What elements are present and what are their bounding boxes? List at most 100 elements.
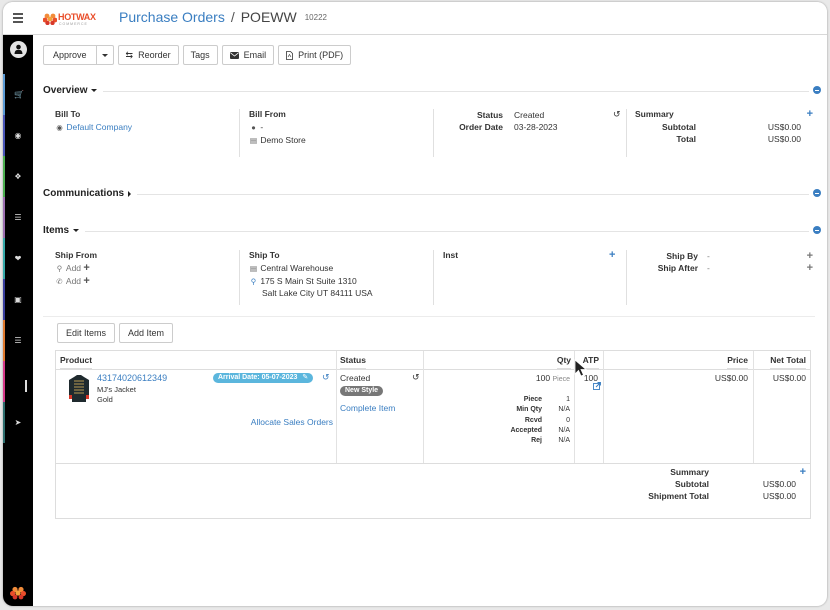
allocate-sales-orders-link[interactable]: Allocate Sales Orders: [251, 417, 333, 427]
qty-detail-label: Min Qty: [516, 406, 542, 414]
email-label: Email: [243, 50, 267, 60]
sidebar-color-bar: [3, 402, 5, 443]
inst-label: Inst: [443, 250, 459, 260]
items-section-header: Items: [43, 225, 821, 237]
sidebar-scroll-indicator[interactable]: [25, 380, 27, 392]
ship-to-address1: 175 S Main St Suite 1310: [260, 276, 357, 286]
status-label: Status: [477, 110, 503, 120]
new-style-badge: New Style: [340, 386, 384, 396]
product-thumbnail[interactable]: [68, 375, 90, 403]
qty-number: 100: [535, 373, 551, 383]
shipment-total-label: Shipment Total: [648, 491, 709, 501]
add-ship-by-icon[interactable]: +: [807, 251, 813, 262]
sidebar-item-dropbox[interactable]: ❤: [3, 238, 33, 279]
caret-down-icon: [101, 53, 108, 57]
breadcrumb: Purchase Orders / POEWW 10222: [119, 9, 327, 25]
status-history-icon[interactable]: ↺: [412, 372, 420, 383]
store-icon: ▤: [249, 136, 258, 145]
arrival-date-history-icon[interactable]: ↺: [322, 372, 330, 383]
order-date-label: Order Date: [459, 122, 503, 132]
file-pdf-icon: [286, 50, 294, 60]
total-value: US$0.00: [767, 134, 801, 144]
add-instructions-icon[interactable]: +: [609, 250, 615, 261]
breadcrumb-purchase-orders[interactable]: Purchase Orders: [119, 9, 225, 25]
add-summary-icon[interactable]: +: [807, 109, 813, 120]
item-status: Created: [340, 373, 371, 383]
overview-toggle[interactable]: Overview: [43, 85, 104, 96]
communications-collapse-icon[interactable]: [813, 189, 821, 197]
bill-to-link[interactable]: Default Company: [66, 122, 132, 132]
add-table-summary-icon[interactable]: +: [800, 467, 806, 478]
divider: [239, 109, 240, 157]
email-button[interactable]: Email: [221, 45, 275, 65]
qty-detail-label: Rej: [531, 437, 542, 445]
qty-detail-label: Rcvd: [524, 416, 542, 424]
status-history-icon[interactable]: ↺: [613, 109, 621, 120]
user-icon: [14, 44, 23, 54]
caret-down-icon: [91, 89, 98, 92]
communications-toggle[interactable]: Communications: [43, 188, 138, 199]
sidebar-color-bar: [3, 279, 5, 320]
sidebar-item-list[interactable]: ☰: [3, 197, 33, 238]
sidebar-item-money[interactable]: ▣: [3, 279, 33, 320]
add-item-button[interactable]: Add Item: [119, 323, 174, 343]
reorder-button[interactable]: ⇆ Reorder: [117, 45, 179, 65]
bill-to-panel: Bill To ◉ Default Company: [55, 109, 235, 157]
approve-button[interactable]: Approve: [43, 45, 97, 65]
edit-items-button[interactable]: Edit Items: [57, 323, 116, 343]
summary-panel: Summary + Subtotal US$0.00 Total US$0.00: [635, 109, 813, 157]
action-toolbar: Approve ⇆ Reorder Tags Email Print (PDF): [43, 45, 352, 65]
divider: [56, 463, 810, 464]
product-variant: Gold: [97, 395, 113, 404]
qty-detail-value: 0: [566, 416, 570, 424]
main-content: Approve ⇆ Reorder Tags Email Print (PDF)…: [33, 35, 827, 606]
add-phone-icon[interactable]: +: [83, 275, 89, 287]
order-id: 10222: [304, 13, 327, 22]
print-pdf-button[interactable]: Print (PDF): [278, 45, 352, 65]
hamburger-menu-icon[interactable]: [13, 13, 23, 23]
total-label: Total: [676, 134, 696, 144]
external-link-icon[interactable]: [593, 382, 601, 390]
sidebar-item-sign-out[interactable]: ➤: [3, 402, 33, 443]
hotwax-footer-logo-icon[interactable]: [10, 586, 26, 600]
items-title: Items: [43, 225, 70, 236]
add-ship-after-icon[interactable]: +: [807, 263, 813, 274]
col-header-qty: Qty: [556, 351, 571, 369]
complete-item-link[interactable]: Complete Item: [340, 403, 395, 413]
overview-collapse-icon[interactable]: [813, 86, 821, 94]
sidebar-color-bar: [3, 320, 5, 361]
tags-button[interactable]: Tags: [182, 45, 218, 65]
caret-right-icon: [128, 190, 132, 197]
add-address-icon[interactable]: +: [83, 262, 89, 274]
user-avatar[interactable]: [10, 41, 27, 58]
status-panel: Status Created ↺ Order Date 03-28-2023: [443, 109, 623, 157]
divider: [56, 369, 810, 370]
sidebar-item-cubes[interactable]: ❖: [3, 156, 33, 197]
ship-dates-panel: Ship By - + Ship After - +: [635, 250, 813, 305]
divider: [433, 250, 434, 305]
envelope-icon: [229, 51, 239, 59]
items-toggle[interactable]: Items: [43, 225, 86, 236]
divider: [43, 91, 809, 92]
database-icon: ☰: [14, 336, 22, 345]
col-header-product: Product: [60, 351, 93, 369]
items-collapse-icon[interactable]: [813, 226, 821, 234]
divider: [626, 109, 627, 157]
product-id-link[interactable]: 43174020612349: [97, 373, 167, 383]
ship-from-label: Ship From: [55, 250, 98, 260]
price-value: US$0.00: [714, 373, 748, 383]
ship-by-label: Ship By: [666, 251, 698, 261]
status-value: Created: [514, 110, 545, 120]
sidebar-item-blank[interactable]: [3, 361, 33, 402]
sidebar-item-users[interactable]: ◉: [3, 115, 33, 156]
approve-dropdown-button[interactable]: [96, 45, 114, 65]
hotwax-logo[interactable]: HOTWAX COMMERCE: [43, 11, 99, 27]
sidebar-item-cart[interactable]: 🛒: [3, 74, 33, 115]
col-header-status: Status: [340, 351, 366, 369]
warehouse-icon: ▤: [249, 264, 258, 273]
bill-from-person: -: [260, 122, 264, 132]
divider: [626, 250, 627, 305]
arrival-date-badge[interactable]: Arrival Date: 05-07-2023 ✎: [213, 373, 314, 383]
sidebar-item-database[interactable]: ☰: [3, 320, 33, 361]
arrival-date-text: Arrival Date: 05-07-2023: [218, 374, 298, 381]
